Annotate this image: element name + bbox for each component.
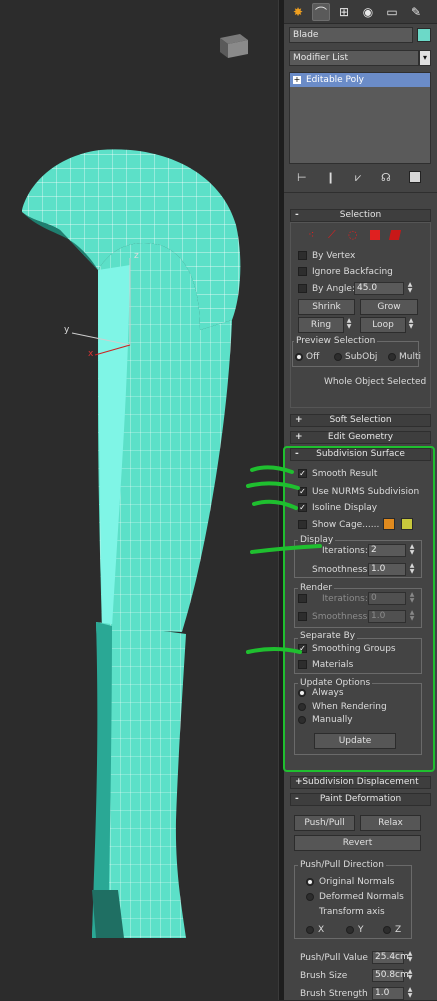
brush-strength-spinner[interactable]: ▲ ▼ — [406, 987, 414, 1001]
brush-size-label: Brush Size — [300, 971, 348, 981]
axis-z-label: Z — [395, 925, 402, 935]
utilities-tab-icon[interactable]: ✎ — [407, 3, 425, 21]
by-angle-checkbox[interactable] — [298, 284, 307, 293]
axis-x-radio[interactable] — [306, 926, 314, 934]
grow-button[interactable]: Grow — [360, 299, 418, 315]
remove-modifier-icon[interactable]: ☊ — [381, 171, 391, 184]
create-tab-sun-icon[interactable]: ✸ — [289, 3, 307, 21]
modifier-stack-list[interactable]: + Editable Poly — [289, 72, 431, 164]
by-angle-label: By Angle: — [312, 284, 356, 294]
preview-selection-title: Preview Selection — [294, 336, 378, 346]
loop-spinner[interactable]: ▲ ▼ — [407, 318, 415, 332]
edge-mode-icon[interactable]: ⟋ — [328, 228, 336, 242]
original-normals-radio[interactable] — [306, 878, 314, 886]
original-normals-label: Original Normals — [319, 877, 395, 887]
expand-plus-icon[interactable]: + — [293, 76, 301, 84]
shrink-button[interactable]: Shrink — [298, 299, 355, 315]
object-name-field[interactable]: Blade — [289, 27, 413, 43]
element-mode-icon[interactable] — [388, 230, 402, 240]
annotation-marks — [246, 465, 322, 654]
rollout-title-paint-deformation: Paint Deformation — [319, 794, 402, 804]
axis-z-radio[interactable] — [383, 926, 391, 934]
modify-tab-arc-icon[interactable]: ⌒ — [312, 3, 330, 21]
axis-y-radio[interactable] — [346, 926, 354, 934]
deformed-normals-label: Deformed Normals — [319, 892, 404, 902]
ignore-backfacing-label: Ignore Backfacing — [312, 267, 393, 277]
ring-spinner[interactable]: ▲ ▼ — [345, 318, 353, 332]
rollout-header-subdivision-displacement[interactable]: + Subdivision Displacement — [290, 776, 431, 789]
ring-button[interactable]: Ring — [298, 317, 344, 333]
rollout-title-subdivision-displacement: Subdivision Displacement — [302, 777, 419, 787]
pin-stack-icon[interactable]: ⊢ — [297, 171, 307, 184]
brush-strength-label: Brush Strength — [300, 989, 368, 999]
relax-button[interactable]: Relax — [360, 815, 421, 831]
axis-label-z: z — [134, 251, 139, 261]
polygon-mode-icon[interactable] — [370, 230, 380, 240]
push-pull-value-input[interactable]: 25.4cm — [372, 951, 409, 964]
command-panel-tabs: ✸ ⌒ ⊞ ◉ ▭ ✎ — [284, 0, 437, 24]
deformed-normals-radio[interactable] — [306, 893, 314, 901]
brush-size-spinner[interactable]: ▲ ▼ — [406, 969, 414, 983]
brush-size-input[interactable]: 50.8cm — [372, 969, 409, 982]
modifier-list-dropdown[interactable]: Modifier List — [289, 50, 419, 66]
axis-y-label: Y — [358, 925, 364, 935]
rollout-header-selection[interactable]: - Selection — [290, 209, 431, 222]
preview-off-label: Off — [306, 352, 320, 362]
make-unique-icon[interactable]: ⩗ — [355, 171, 361, 185]
preview-multi-radio[interactable] — [388, 353, 396, 361]
push-pull-direction-title: Push/Pull Direction — [298, 860, 386, 870]
rollout-header-soft-selection[interactable]: + Soft Selection — [290, 414, 431, 427]
motion-tab-icon[interactable]: ◉ — [359, 3, 377, 21]
rollout-title-edit-geometry: Edit Geometry — [327, 432, 394, 442]
chevron-down-icon[interactable]: ▾ — [419, 50, 431, 66]
blade-mesh[interactable] — [0, 0, 278, 1000]
stack-item-label: Editable Poly — [306, 75, 364, 85]
vertex-mode-icon[interactable]: ⁖ — [308, 228, 314, 241]
subobject-icons: ⁖ ⟋ ◌ — [304, 228, 414, 242]
border-mode-icon[interactable]: ◌ — [348, 228, 358, 241]
brush-strength-input[interactable]: 1.0 — [372, 987, 404, 1000]
preview-off-radio[interactable] — [295, 353, 303, 361]
hierarchy-tab-icon[interactable]: ⊞ — [335, 3, 353, 21]
by-angle-input[interactable]: 45.0 — [354, 282, 404, 295]
push-pull-value-label: Push/Pull Value — [300, 953, 368, 963]
rollout-title-selection: Selection — [339, 210, 382, 220]
stack-toolbar: ⊢ ❙ ⩗ ☊ — [289, 168, 431, 188]
loop-button[interactable]: Loop — [360, 317, 406, 333]
preview-subobj-radio[interactable] — [334, 353, 342, 361]
by-angle-spinner[interactable]: ▲ ▼ — [406, 282, 414, 296]
transform-axis-label: Transform axis — [319, 907, 385, 917]
by-vertex-label: By Vertex — [312, 251, 356, 261]
stack-item-editable-poly[interactable]: + Editable Poly — [290, 73, 430, 87]
push-pull-value-spinner[interactable]: ▲ ▼ — [406, 951, 414, 965]
axis-label-x: x — [88, 349, 94, 359]
modifier-list-label: Modifier List — [293, 53, 348, 63]
preview-subobj-label: SubObj — [345, 352, 378, 362]
rollout-title-soft-selection: Soft Selection — [329, 415, 392, 425]
stack-divider — [284, 192, 437, 193]
object-color-swatch[interactable] — [417, 28, 431, 42]
by-vertex-checkbox[interactable] — [298, 251, 307, 260]
axis-x-label: X — [318, 925, 325, 935]
push-pull-button[interactable]: Push/Pull — [294, 815, 355, 831]
rollout-header-paint-deformation[interactable]: - Paint Deformation — [290, 793, 431, 806]
selection-status: Whole Object Selected — [324, 377, 427, 387]
display-tab-icon[interactable]: ▭ — [383, 3, 401, 21]
show-end-result-icon[interactable]: ❙ — [326, 171, 335, 184]
configure-modifier-sets-icon[interactable] — [409, 171, 421, 183]
rollout-header-edit-geometry[interactable]: + Edit Geometry — [290, 431, 431, 444]
revert-button[interactable]: Revert — [294, 835, 421, 851]
perspective-viewport[interactable]: z y x — [0, 0, 278, 1000]
preview-multi-label: Multi — [399, 352, 421, 362]
axis-label-y: y — [64, 325, 70, 335]
ignore-backfacing-checkbox[interactable] — [298, 267, 307, 276]
